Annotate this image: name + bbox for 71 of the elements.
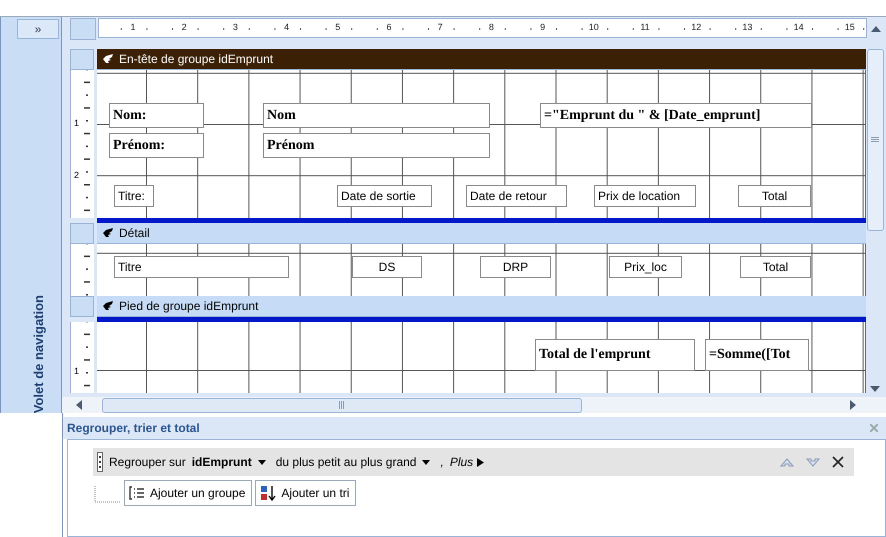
- report-control[interactable]: Prix de location: [594, 185, 696, 208]
- ruler-number: 1: [128, 22, 138, 32]
- scroll-left-icon[interactable]: [76, 400, 82, 410]
- caret-icon: [422, 460, 430, 464]
- ruler-number: 7: [435, 22, 446, 32]
- ruler-number: 13: [742, 22, 752, 32]
- report-control[interactable]: DRP: [480, 256, 551, 278]
- add-group-button[interactable]: Ajouter un groupe: [124, 480, 252, 506]
- ruler-number: 1: [74, 366, 80, 376]
- report-control[interactable]: Prix_loc: [609, 256, 682, 278]
- report-control[interactable]: Nom:: [109, 103, 204, 128]
- hand-pointer-icon: [103, 54, 114, 64]
- report-control[interactable]: Prénom: [263, 133, 490, 158]
- group-level-row[interactable]: Regrouper sur idEmprunt du plus petit au plus grand , Plus: [93, 448, 854, 476]
- ruler-number: 9: [538, 22, 548, 32]
- ruler-number: 3: [230, 22, 240, 32]
- move-down-icon[interactable]: [806, 458, 820, 466]
- play-icon: [477, 458, 484, 466]
- hand-pointer-icon: [103, 228, 114, 238]
- group-prefix: Regrouper sur: [109, 455, 186, 469]
- section-bar[interactable]: Détail: [97, 223, 866, 244]
- drag-handle-icon[interactable]: [97, 452, 103, 472]
- navigation-pane-title[interactable]: Volet de navigation: [30, 294, 46, 413]
- sort-icon: [260, 485, 276, 501]
- caret-icon: [258, 460, 266, 464]
- ruler-number: 2: [179, 22, 190, 32]
- ruler-number: 8: [486, 22, 496, 32]
- order-dropdown[interactable]: du plus petit au plus grand: [276, 455, 434, 469]
- report-control[interactable]: Prénom:: [109, 133, 204, 158]
- group-list-icon: [129, 486, 145, 500]
- section-bar[interactable]: Pied de groupe idEmprunt: [97, 296, 866, 318]
- ruler-number: 2: [74, 170, 80, 180]
- ruler-number: 15: [844, 22, 855, 32]
- section-selector[interactable]: [70, 223, 94, 244]
- report-control[interactable]: ="Emprunt du " & [Date_emprunt]: [540, 103, 812, 128]
- ruler-number: 6: [384, 22, 394, 32]
- report-control[interactable]: Total de l'emprunt: [535, 339, 695, 372]
- hand-pointer-icon: [103, 301, 114, 312]
- report-control[interactable]: Date de retour: [466, 185, 567, 208]
- report-control[interactable]: DS: [352, 256, 422, 278]
- scroll-thumb[interactable]: [102, 398, 582, 413]
- ruler-number: 10: [588, 22, 599, 32]
- horizontal-scrollbar[interactable]: [62, 397, 886, 413]
- report-control[interactable]: Titre: [114, 256, 289, 278]
- report-control[interactable]: Total: [740, 256, 811, 278]
- report-control[interactable]: Nom: [263, 103, 490, 128]
- ruler-number: 5: [332, 22, 343, 32]
- ruler-number: 11: [640, 22, 650, 32]
- expand-button[interactable]: »: [17, 19, 59, 39]
- field-dropdown[interactable]: idEmprunt: [192, 455, 270, 469]
- scroll-thumb[interactable]: [866, 49, 884, 232]
- ruler-number: 14: [794, 22, 804, 32]
- move-up-icon[interactable]: [780, 458, 794, 466]
- add-sort-button[interactable]: Ajouter un tri: [255, 480, 356, 506]
- ruler-number: 4: [282, 22, 292, 32]
- close-icon[interactable]: [870, 424, 878, 432]
- more-link[interactable]: Plus: [450, 455, 484, 469]
- delete-icon[interactable]: [832, 456, 844, 468]
- ruler-number: 12: [691, 22, 702, 32]
- section-selector[interactable]: [70, 49, 94, 70]
- separator-text: ,: [440, 455, 444, 469]
- pane-title: Regrouper, trier et total: [67, 421, 200, 435]
- report-control[interactable]: =Somme([Tot: [705, 339, 809, 372]
- section-selector[interactable]: [70, 296, 94, 318]
- report-control[interactable]: Titre:: [114, 185, 154, 208]
- ruler-number: 1: [74, 118, 80, 128]
- select-report-box[interactable]: [70, 18, 96, 40]
- report-control[interactable]: Date de sortie: [337, 185, 432, 208]
- section-bar[interactable]: En-tête de groupe idEmprunt: [97, 49, 866, 70]
- report-control[interactable]: Total: [738, 185, 811, 208]
- scroll-right-icon[interactable]: [850, 400, 856, 410]
